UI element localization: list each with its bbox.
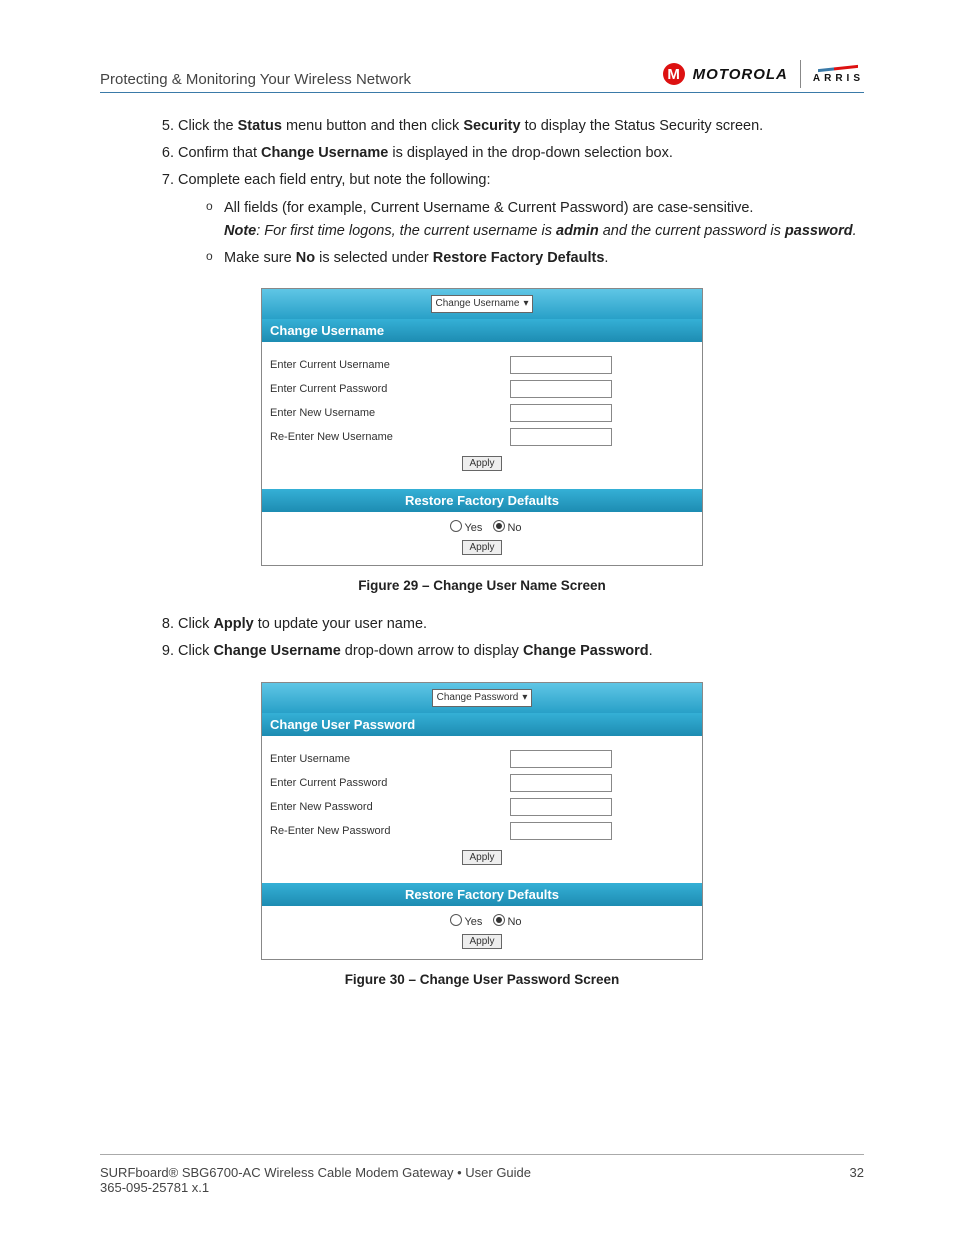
apply-button-2[interactable]: Apply (462, 850, 501, 865)
label-reenter-new-password: Re-Enter New Password (270, 825, 510, 837)
header-title: Protecting & Monitoring Your Wireless Ne… (100, 71, 411, 88)
footer-docnum: 365-095-25781 x.1 (100, 1180, 864, 1195)
figure-29-caption: Figure 29 – Change User Name Screen (100, 578, 864, 593)
label-current-password-2: Enter Current Password (270, 777, 510, 789)
label-current-username: Enter Current Username (270, 359, 510, 371)
rfd-yes-radio[interactable] (450, 520, 462, 532)
arris-swoosh-icon (818, 64, 858, 74)
label-new-username: Enter New Username (270, 407, 510, 419)
new-password-input[interactable] (510, 798, 612, 816)
current-username-input[interactable] (510, 356, 612, 374)
current-password-input-2[interactable] (510, 774, 612, 792)
mode-dropdown[interactable]: Change Username (431, 295, 534, 313)
rfd-no-label: No (507, 522, 521, 534)
motorola-wordmark: MOTOROLA (693, 66, 788, 83)
step-5: Click the Status menu button and then cl… (178, 115, 864, 138)
figure-30-caption: Figure 30 – Change User Password Screen (100, 972, 864, 987)
reenter-new-password-input[interactable] (510, 822, 612, 840)
step-7-sublist: All fields (for example, Current Usernam… (206, 197, 864, 271)
label-username: Enter Username (270, 753, 510, 765)
label-reenter-new-username: Re-Enter New Username (270, 431, 510, 443)
rfd-no-radio[interactable] (493, 520, 505, 532)
change-username-ui: Change Username Change Username Enter Cu… (261, 288, 703, 566)
current-password-input[interactable] (510, 380, 612, 398)
section-title-change-password: Change User Password (262, 713, 702, 736)
change-password-form: Enter Username Enter Current Password En… (262, 736, 702, 883)
reenter-new-username-input[interactable] (510, 428, 612, 446)
footer-page-number: 32 (850, 1165, 864, 1180)
step-9: Click Change Username drop-down arrow to… (178, 640, 864, 663)
footer-left: SURFboard® SBG6700-AC Wireless Cable Mod… (100, 1165, 531, 1180)
step-7-sub-2: Make sure No is selected under Restore F… (206, 247, 864, 270)
rfd-no-label-2: No (507, 916, 521, 928)
rfd-yes-label: Yes (464, 522, 482, 534)
dropdown-bar-2: Change Password (262, 683, 702, 713)
step-8: Click Apply to update your user name. (178, 613, 864, 636)
rfd-radio-row-2: Yes No (262, 906, 702, 934)
apply-button[interactable]: Apply (462, 456, 501, 471)
steps-list-b: Click Apply to update your user name. Cl… (148, 613, 864, 663)
section-title-rfd-2: Restore Factory Defaults (262, 883, 702, 906)
step-6: Confirm that Change Username is displaye… (178, 142, 864, 165)
rfd-no-radio-2[interactable] (493, 914, 505, 926)
apply-rfd-button-1[interactable]: Apply (462, 540, 501, 555)
motorola-icon: M (663, 63, 685, 85)
dropdown-bar: Change Username (262, 289, 702, 319)
arris-logo: ARRIS (813, 64, 864, 84)
brand-logos: M MOTOROLA ARRIS (663, 60, 864, 88)
apply-rfd-button-2[interactable]: Apply (462, 934, 501, 949)
change-password-ui: Change Password Change User Password Ent… (261, 682, 703, 960)
rfd-yes-radio-2[interactable] (450, 914, 462, 926)
arris-wordmark: ARRIS (813, 74, 864, 84)
page-header: Protecting & Monitoring Your Wireless Ne… (100, 60, 864, 93)
page-footer: SURFboard® SBG6700-AC Wireless Cable Mod… (100, 1154, 864, 1195)
step-7: Complete each field entry, but note the … (178, 169, 864, 270)
section-title-change-username: Change Username (262, 319, 702, 342)
section-title-rfd-1: Restore Factory Defaults (262, 489, 702, 512)
divider (800, 60, 801, 88)
step-7-sub-1: All fields (for example, Current Usernam… (206, 197, 864, 243)
rfd-yes-label-2: Yes (464, 916, 482, 928)
label-new-password: Enter New Password (270, 801, 510, 813)
username-input[interactable] (510, 750, 612, 768)
new-username-input[interactable] (510, 404, 612, 422)
steps-list-a: Click the Status menu button and then cl… (148, 115, 864, 270)
label-current-password: Enter Current Password (270, 383, 510, 395)
mode-dropdown-2[interactable]: Change Password (432, 689, 533, 707)
change-username-form: Enter Current Username Enter Current Pas… (262, 342, 702, 489)
rfd-radio-row-1: Yes No (262, 512, 702, 540)
